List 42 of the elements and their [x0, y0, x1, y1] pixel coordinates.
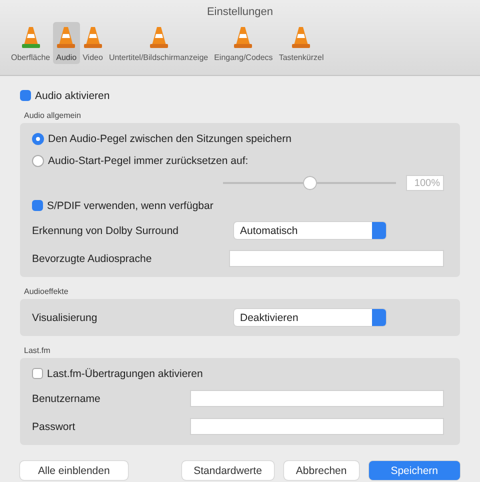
radio-button[interactable]	[32, 132, 44, 144]
radio-button[interactable]	[32, 154, 44, 166]
toolbar-tab[interactable]: Video	[80, 22, 106, 64]
checkbox-label: Last.fm-Übertragungen aktivieren	[47, 368, 203, 380]
window-title: Einstellungen	[206, 6, 274, 18]
input-field[interactable]	[229, 250, 444, 267]
checkbox[interactable]	[32, 368, 43, 379]
dialog-button[interactable]: Alle einblenden	[20, 461, 128, 480]
toolbar-tab[interactable]: Audio	[53, 22, 80, 64]
stepper-icon	[372, 222, 386, 239]
cone-icon	[56, 26, 76, 50]
dialog-button[interactable]: Standardwerte	[182, 461, 274, 480]
checkbox[interactable]	[20, 90, 31, 101]
toolbar-tab[interactable]: Oberfläche	[8, 22, 54, 64]
section-title: Audio allgemein	[24, 111, 82, 120]
cone-icon	[82, 26, 103, 50]
dialog-button[interactable]: Speichern	[368, 461, 460, 480]
dropdown[interactable]: Deaktivieren	[234, 309, 386, 326]
cone-icon	[148, 26, 169, 50]
checkbox[interactable]	[32, 200, 43, 211]
radio-label: Den Audio-Pegel zwischen den Sitzungen speichern	[48, 132, 292, 144]
toolbar-tab[interactable]: Eingang/Codecs	[211, 22, 276, 64]
field-label: Benutzername	[32, 392, 102, 404]
toolbar-tab[interactable]: Tastenkürzel	[276, 22, 327, 64]
checkbox-label: S/PDIF verwenden, wenn verfügbar	[47, 200, 214, 212]
stepper-icon	[372, 309, 386, 326]
input-field[interactable]	[190, 418, 444, 435]
field-label: Bevorzugte Audiosprache	[32, 252, 153, 264]
radio-label: Audio-Start-Pegel immer zurücksetzen auf:	[48, 154, 248, 166]
section-title: Last.fm	[24, 346, 52, 355]
section-title: Audioeffekte	[24, 287, 70, 296]
cone-icon	[20, 26, 41, 50]
dialog-button[interactable]: Abbrechen	[284, 461, 359, 480]
dropdown[interactable]: Automatisch	[234, 222, 386, 239]
field-label: Visualisierung	[32, 312, 98, 324]
checkbox-label: Audio aktivieren	[35, 90, 110, 102]
field-label: Passwort	[32, 420, 76, 432]
cone-icon	[233, 26, 254, 50]
cone-icon	[291, 26, 312, 50]
input-field[interactable]	[190, 390, 444, 407]
field-label: Erkennung von Dolby Surround	[32, 224, 180, 236]
toolbar-tab[interactable]: Untertitel/Bildschirmanzeige	[106, 22, 212, 64]
